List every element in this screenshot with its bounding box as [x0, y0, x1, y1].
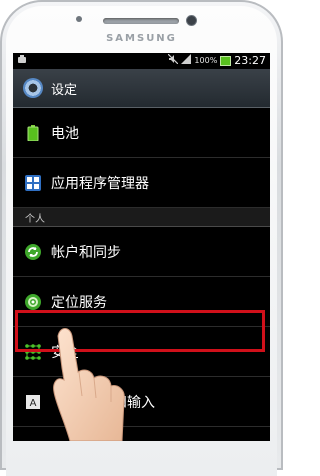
settings-item-app-manager[interactable]: 应用程序管理器: [13, 158, 270, 208]
keyboard-icon: A: [25, 394, 41, 410]
phone-frame: SAMSUNG 100% 23:27 设定 电池 应用程序管理器 个人 帐户和同…: [0, 0, 283, 476]
battery-status-icon: [220, 55, 232, 66]
settings-item-label: 应用程序管理器: [51, 175, 149, 192]
section-header-personal: 个人: [13, 208, 270, 227]
proximity-sensor: [76, 16, 82, 22]
settings-item-language-input[interactable]: A 语言和输入: [13, 377, 270, 427]
settings-item-label: 电池: [51, 125, 79, 142]
mute-icon: [167, 53, 179, 67]
brand-logo: SAMSUNG: [106, 33, 177, 44]
sync-icon: [25, 243, 41, 260]
earpiece-speaker: [103, 18, 179, 24]
location-icon: [25, 293, 41, 310]
screen: 100% 23:27 设定 电池 应用程序管理器 个人 帐户和同步 定位服务 安…: [13, 53, 270, 441]
clock: 23:27: [234, 54, 266, 67]
status-bar: 100% 23:27: [13, 53, 270, 69]
settings-list: 电池 应用程序管理器 个人 帐户和同步 定位服务 安全 A 语言和输入: [13, 108, 270, 441]
settings-item-battery[interactable]: 电池: [13, 108, 270, 158]
signal-icon: [181, 54, 192, 67]
battery-icon: [25, 124, 41, 141]
settings-gear-icon: [23, 78, 43, 98]
svg-text:A: A: [30, 398, 37, 409]
title-bar: 设定: [13, 69, 270, 108]
page-title: 设定: [51, 82, 78, 98]
apps-grid-icon: [25, 174, 41, 191]
battery-percent: 100%: [194, 56, 218, 65]
settings-item-label: 语言和输入: [85, 394, 155, 411]
highlight-box: [15, 310, 265, 352]
settings-item-accounts-sync[interactable]: 帐户和同步: [13, 227, 270, 277]
settings-item-label: 帐户和同步: [51, 244, 121, 261]
settings-item-reset[interactable]: 重置: [13, 427, 270, 441]
section-label: 个人: [25, 213, 45, 225]
settings-item-label: 定位服务: [51, 294, 107, 311]
notification-icon: [17, 55, 27, 65]
front-camera: [186, 15, 197, 26]
